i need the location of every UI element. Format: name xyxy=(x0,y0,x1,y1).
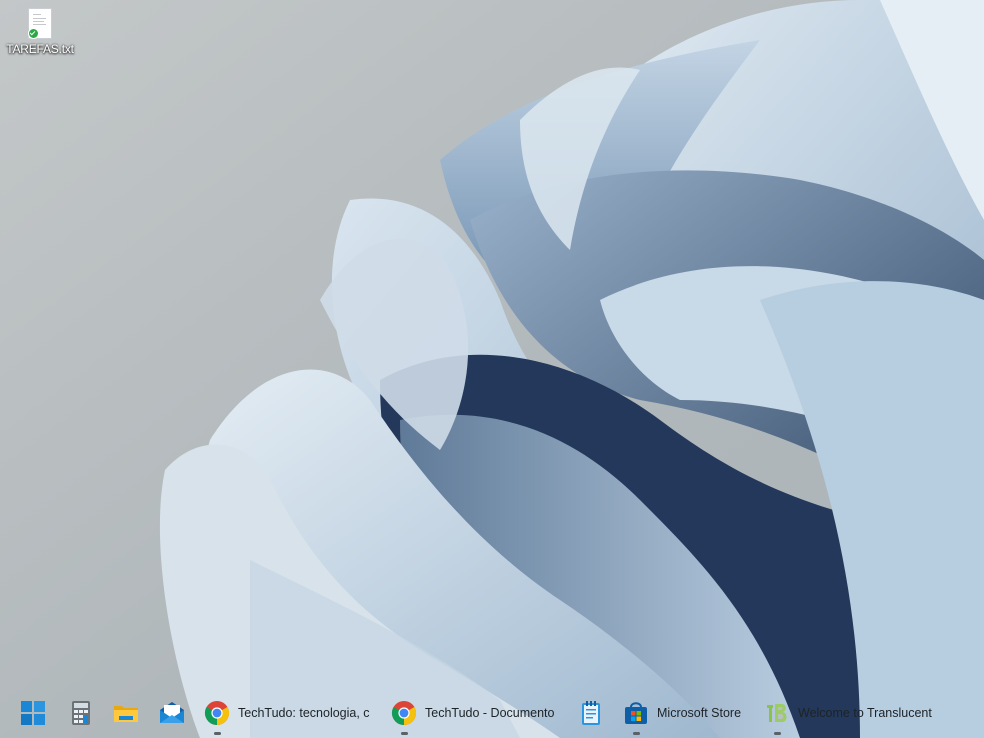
desktop-icon-label: TAREFAS.txt xyxy=(6,42,74,56)
text-file-icon xyxy=(28,8,52,39)
windows-start-icon xyxy=(20,700,46,726)
desktop-wallpaper xyxy=(0,0,984,738)
taskbar: TechTudo: tecnologia, c TechTudo - Docum… xyxy=(0,688,984,738)
taskbar-chrome-documento[interactable]: TechTudo - Documento xyxy=(391,688,563,738)
taskbar-chrome-techtudo[interactable]: TechTudo: tecnologia, c xyxy=(204,688,376,738)
translucenttb-icon xyxy=(764,700,790,726)
taskbar-item-label: Microsoft Store xyxy=(657,706,742,720)
taskbar-file-explorer[interactable] xyxy=(113,688,139,738)
taskbar-item-label: TechTudo - Documento xyxy=(425,706,555,720)
mail-icon xyxy=(159,700,185,726)
taskbar-item-label: Welcome to Translucent xyxy=(798,706,932,720)
running-indicator xyxy=(774,732,781,735)
taskbar-notepad[interactable] xyxy=(578,688,604,738)
start-button[interactable] xyxy=(20,688,46,738)
chrome-icon xyxy=(391,700,417,726)
running-indicator xyxy=(633,732,640,735)
running-indicator xyxy=(214,732,221,735)
taskbar-translucenttb[interactable]: Welcome to Translucent xyxy=(764,688,936,738)
taskbar-mail[interactable] xyxy=(159,688,185,738)
taskbar-item-label: TechTudo: tecnologia, c xyxy=(238,706,370,720)
folder-icon xyxy=(113,700,139,726)
taskbar-microsoft-store[interactable]: Microsoft Store xyxy=(623,688,751,738)
microsoft-store-icon xyxy=(623,700,649,726)
calculator-icon xyxy=(68,700,94,726)
running-indicator xyxy=(401,732,408,735)
taskbar-calculator[interactable] xyxy=(68,688,94,738)
chrome-icon xyxy=(204,700,230,726)
sync-check-icon xyxy=(28,28,39,39)
desktop-icon-tarefas[interactable]: TAREFAS.txt xyxy=(4,8,76,62)
notepad-icon xyxy=(578,700,604,726)
